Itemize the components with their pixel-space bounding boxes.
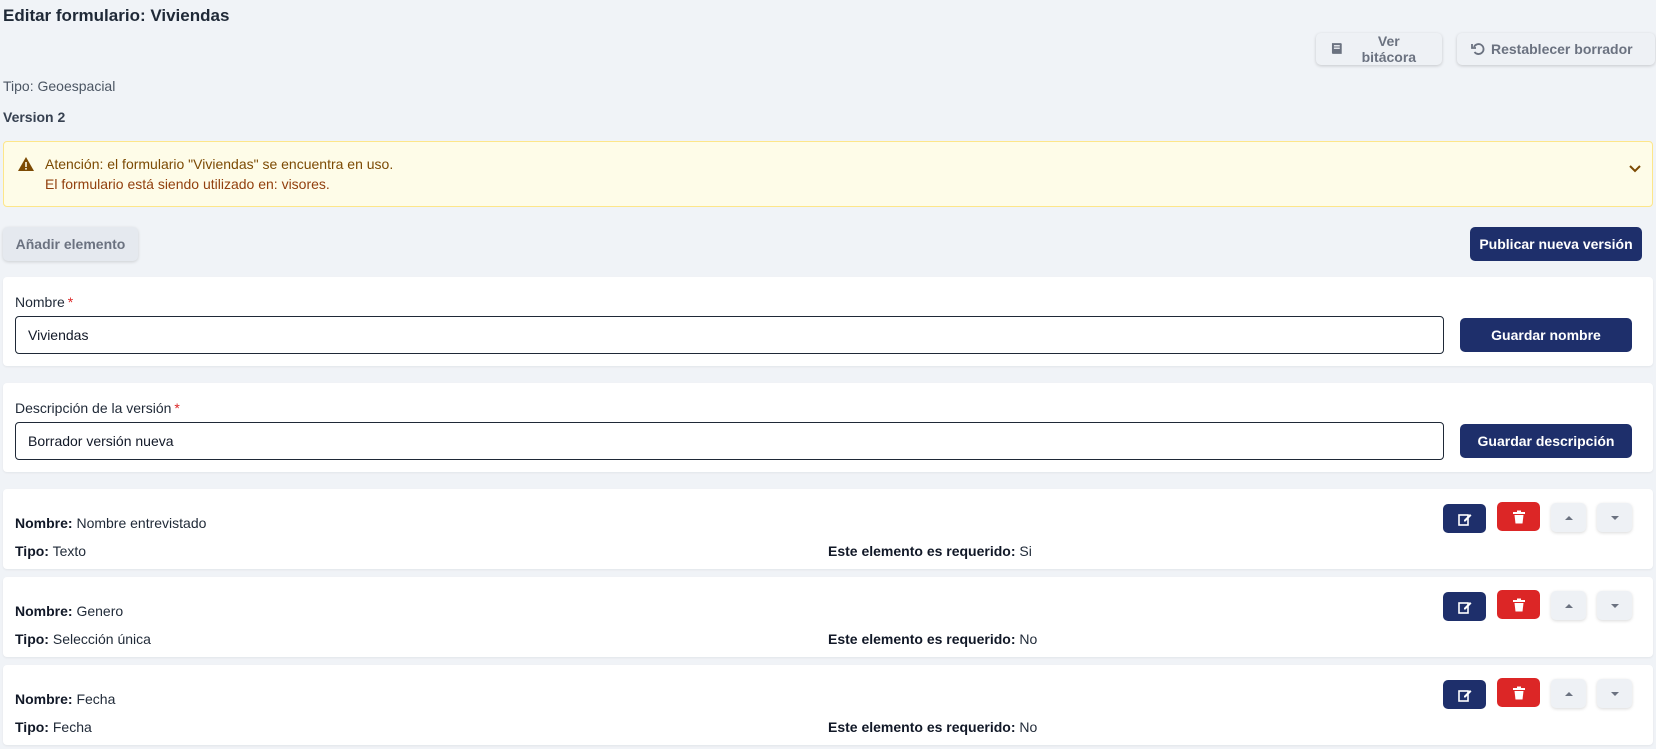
edit-element-button[interactable] (1443, 592, 1486, 621)
edit-element-button[interactable] (1443, 504, 1486, 533)
description-input[interactable] (15, 422, 1444, 460)
in-use-alert: Atención: el formulario "Viviendas" se e… (3, 141, 1653, 207)
edit-element-button[interactable] (1443, 680, 1486, 709)
element-required: Este elemento es requerido: Si (828, 543, 1032, 559)
trash-icon (1512, 598, 1525, 611)
form-type-label: Tipo: (3, 78, 34, 94)
caret-down-icon (1610, 515, 1619, 520)
move-up-button[interactable] (1551, 679, 1586, 708)
form-type: Tipo: Geoespacial (3, 78, 115, 94)
element-card: Nombre: Genero Tipo: Selección única Est… (3, 577, 1653, 657)
delete-element-button[interactable] (1497, 502, 1540, 531)
element-name: Nombre: Genero (15, 603, 124, 619)
name-card: Nombre* Guardar nombre (3, 277, 1653, 366)
move-up-button[interactable] (1551, 591, 1586, 620)
chevron-down-icon[interactable] (1628, 162, 1642, 176)
description-field-label: Descripción de la versión * (15, 400, 180, 416)
view-log-button[interactable]: Ver bitácora (1316, 33, 1442, 65)
undo-icon (1471, 43, 1485, 55)
element-name: Nombre: Fecha (15, 691, 116, 707)
caret-down-icon (1610, 603, 1619, 608)
caret-up-icon (1564, 603, 1573, 608)
save-description-button[interactable]: Guardar descripción (1460, 424, 1632, 458)
delete-element-button[interactable] (1497, 590, 1540, 619)
element-name: Nombre: Nombre entrevistado (15, 515, 207, 531)
element-type: Tipo: Selección única (15, 631, 151, 647)
move-up-button[interactable] (1551, 503, 1586, 532)
delete-element-button[interactable] (1497, 678, 1540, 707)
element-card: Nombre: Fecha Tipo: Fecha Este elemento … (3, 665, 1653, 745)
move-down-button[interactable] (1597, 591, 1632, 620)
required-mark: * (174, 400, 180, 416)
element-type: Tipo: Fecha (15, 719, 92, 735)
move-down-button[interactable] (1597, 679, 1632, 708)
view-log-label: Ver bitácora (1361, 33, 1417, 65)
required-mark: * (67, 294, 74, 310)
alert-title: Atención: el formulario "Viviendas" se e… (45, 156, 394, 172)
form-type-value: Geoespacial (37, 78, 116, 94)
reset-draft-button[interactable]: Restablecer borrador (1457, 33, 1655, 65)
edit-icon (1457, 689, 1471, 702)
book-icon (1331, 43, 1342, 54)
trash-icon (1512, 510, 1525, 523)
edit-icon (1457, 513, 1471, 526)
element-required: Este elemento es requerido: No (828, 631, 1038, 647)
element-type: Tipo: Texto (15, 543, 87, 559)
description-card: Descripción de la versión* Guardar descr… (3, 383, 1653, 472)
form-version: Version 2 (3, 109, 66, 125)
trash-icon (1512, 686, 1525, 699)
caret-up-icon (1564, 515, 1573, 520)
alert-detail: El formulario está siendo utilizado en: … (45, 176, 330, 192)
save-name-button[interactable]: Guardar nombre (1460, 318, 1632, 352)
publish-version-button[interactable]: Publicar nueva versión (1470, 227, 1642, 261)
element-card: Nombre: Nombre entrevistado Tipo: Texto … (3, 489, 1653, 569)
name-field-label: Nombre * (15, 294, 74, 310)
name-input[interactable] (15, 316, 1444, 354)
element-required: Este elemento es requerido: No (828, 719, 1038, 735)
page: Editar formulario: Viviendas Ver bitácor… (0, 0, 1656, 749)
edit-icon (1457, 601, 1471, 614)
reset-draft-label: Restablecer borrador (1491, 41, 1633, 57)
caret-down-icon (1610, 691, 1619, 696)
page-title: Editar formulario: Viviendas (3, 6, 230, 25)
caret-up-icon (1564, 691, 1573, 696)
add-element-button[interactable]: Añadir elemento (3, 227, 138, 261)
move-down-button[interactable] (1597, 503, 1632, 532)
warning-icon (18, 157, 34, 171)
